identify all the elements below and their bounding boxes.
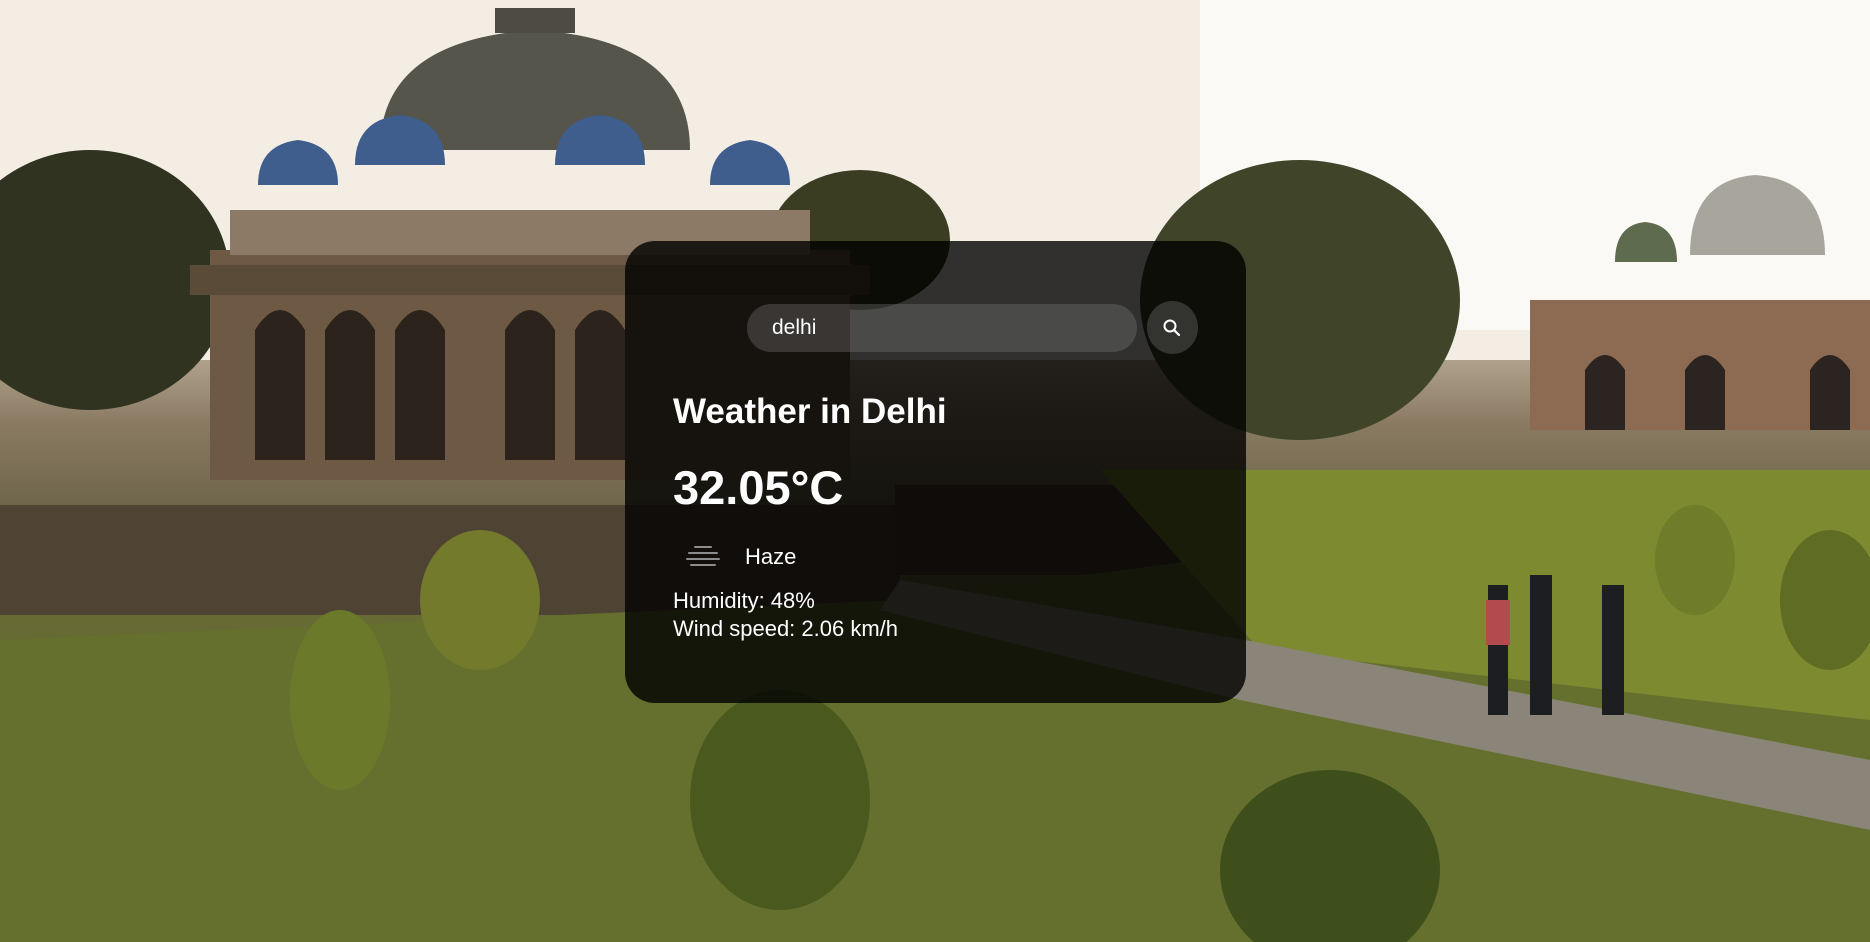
search-button[interactable] bbox=[1146, 301, 1198, 354]
search-bar bbox=[747, 301, 1198, 354]
weather-description: Haze bbox=[745, 544, 797, 569]
search-icon bbox=[1162, 318, 1182, 338]
humidity-text: Humidity: 48% bbox=[673, 588, 815, 613]
temperature: 32.05°C bbox=[673, 461, 844, 514]
search-input[interactable] bbox=[747, 303, 1137, 352]
weather-description-row: Haze bbox=[673, 537, 1198, 577]
weather-card: Weather in Delhi 32.05°C Haze Humidity: … bbox=[625, 241, 1246, 703]
wind-speed-text: Wind speed: 2.06 km/h bbox=[673, 616, 899, 641]
haze-icon bbox=[673, 537, 733, 577]
city-title: Weather in Delhi bbox=[673, 392, 947, 431]
